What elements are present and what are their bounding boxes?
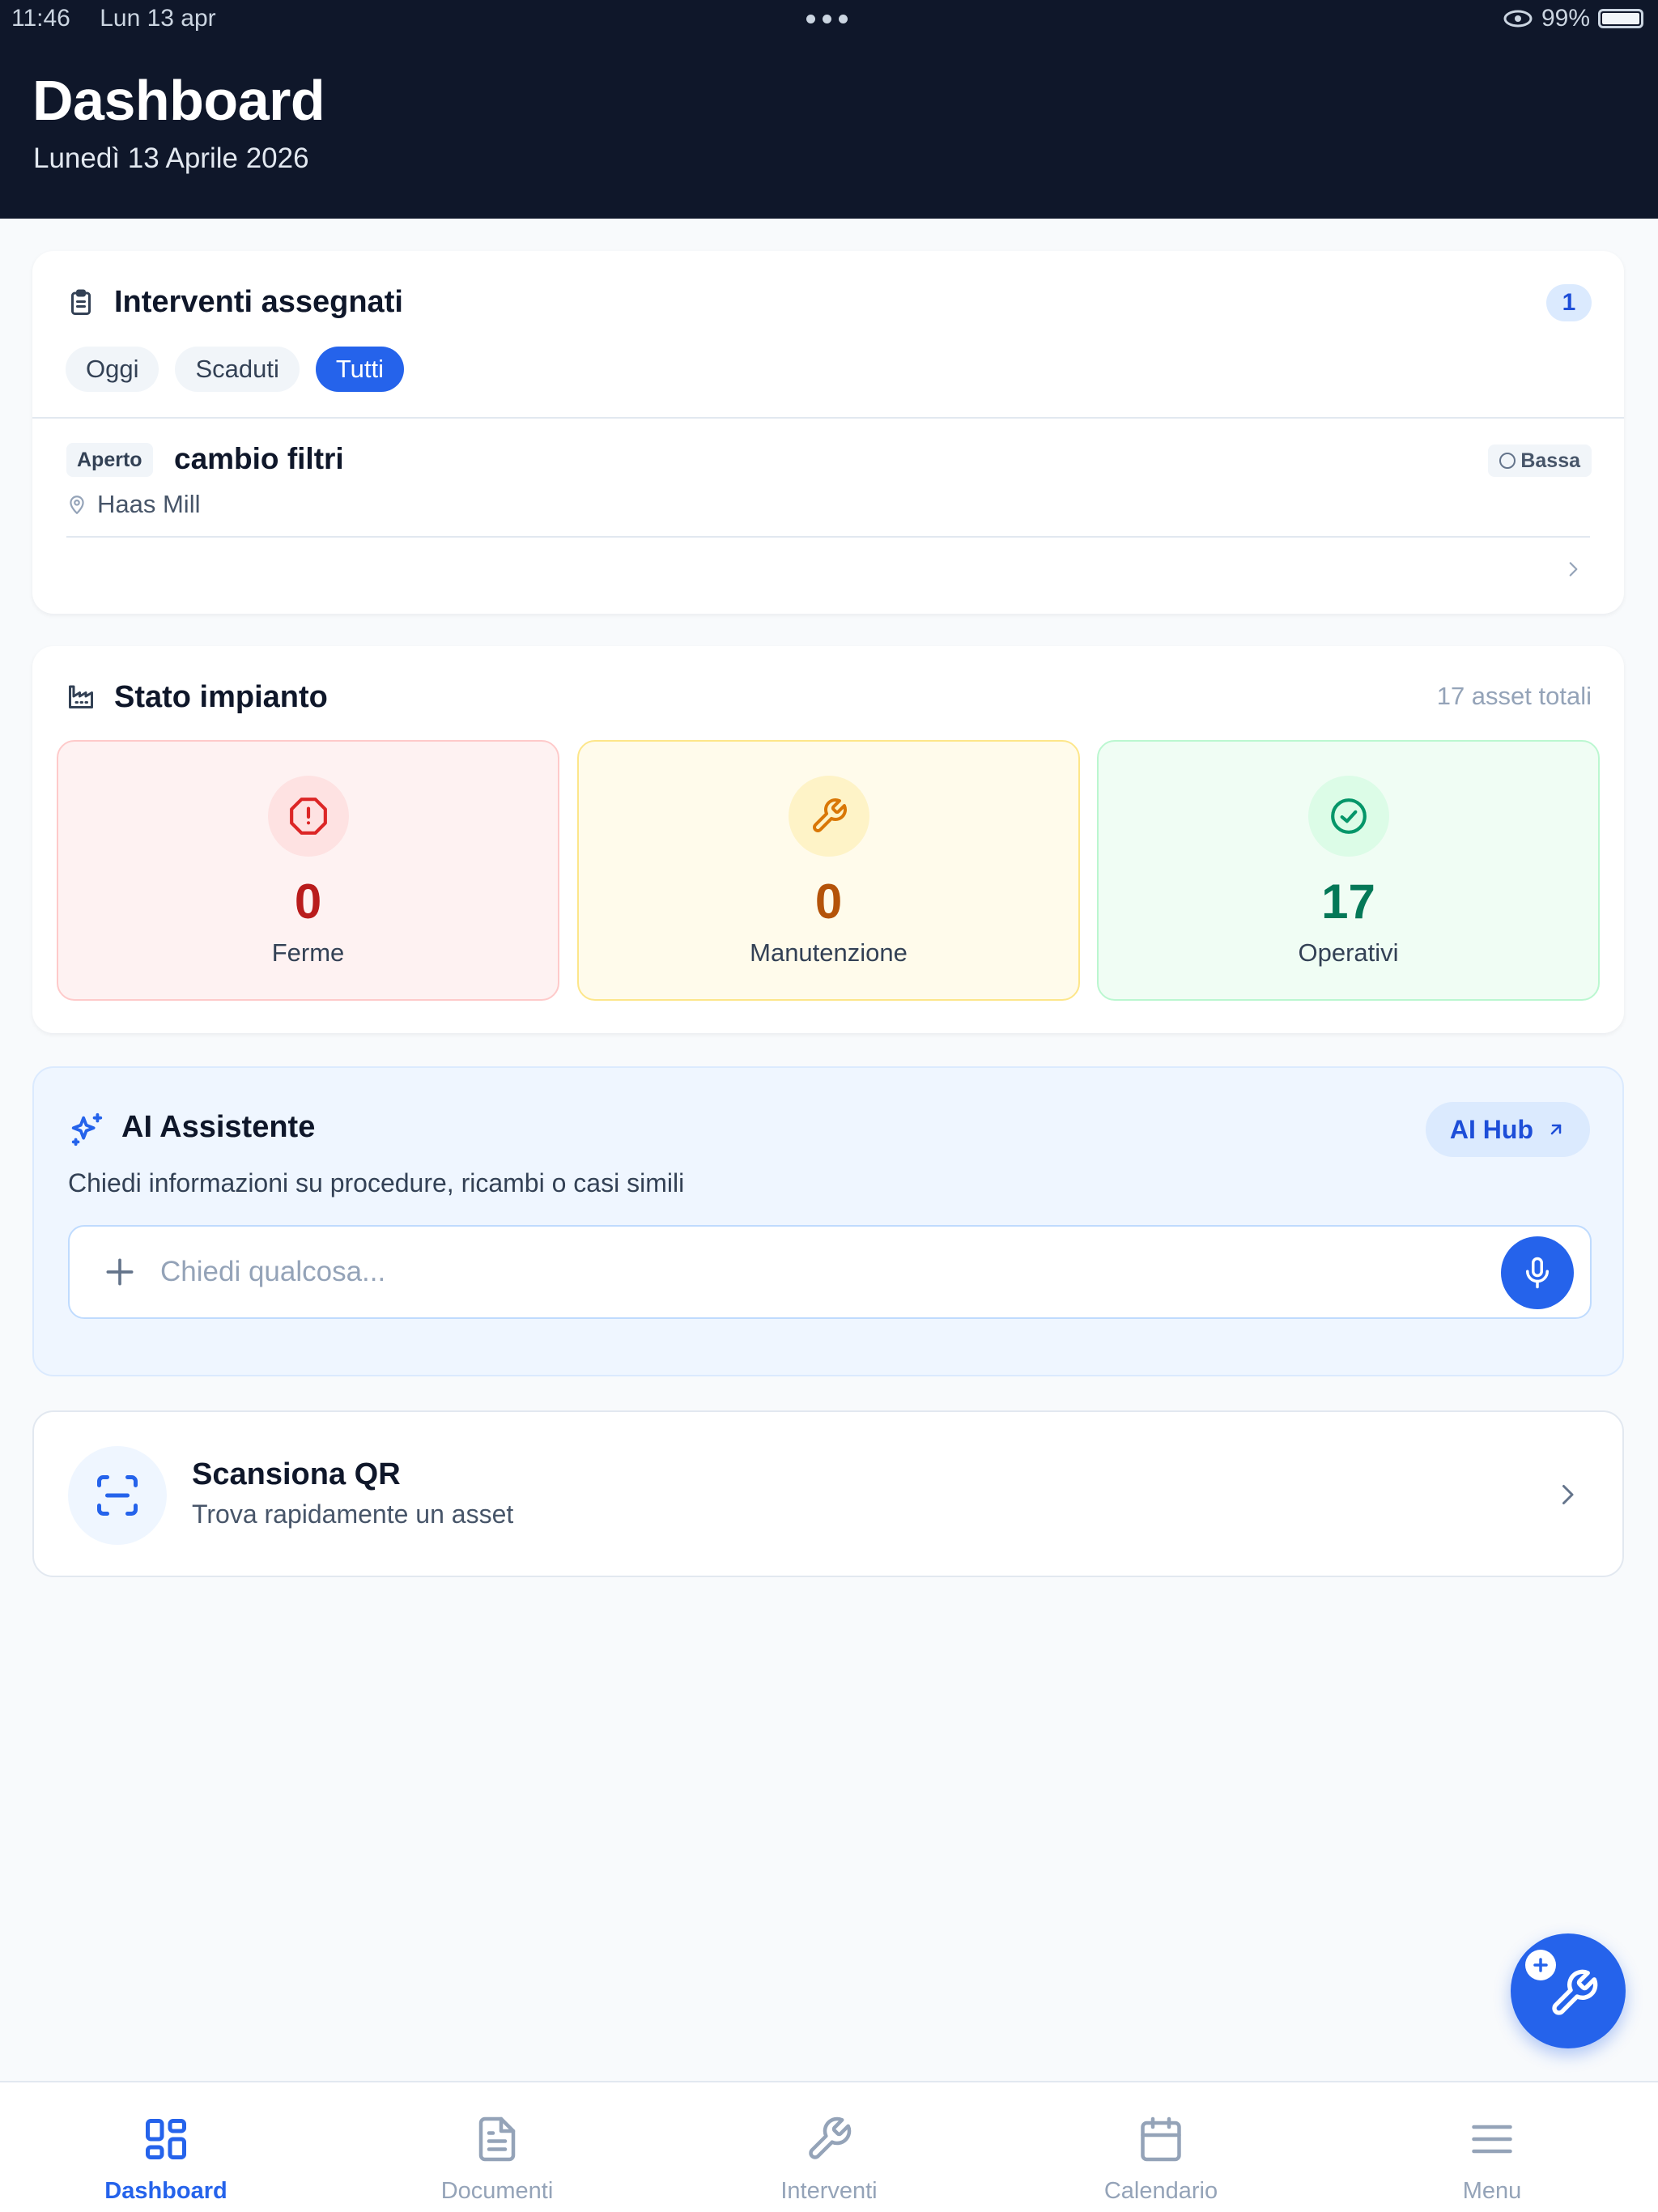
nav-menu[interactable]: Menu — [1326, 2082, 1658, 2212]
nav-calendario-label: Calendario — [1103, 2178, 1218, 2204]
ai-title: AI Assistente — [121, 1110, 316, 1144]
nav-calendario[interactable]: Calendario — [995, 2082, 1327, 2212]
nav-menu-label: Menu — [1462, 2178, 1522, 2204]
battery-percent: 99% — [1541, 5, 1590, 32]
page-date: Lunedì 13 Aprile 2026 — [33, 143, 309, 174]
status-tag: Aperto — [66, 443, 153, 477]
priority-badge: Bassa — [1488, 445, 1592, 477]
sparkles-icon — [71, 1112, 103, 1146]
wrench-icon — [809, 2116, 852, 2159]
location-label: Haas Mill — [97, 490, 201, 518]
chevron-right-icon[interactable] — [1562, 559, 1584, 580]
nav-interventi[interactable]: Interventi — [663, 2082, 995, 2212]
scan-icon — [68, 1446, 167, 1545]
ai-hub-label: AI Hub — [1449, 1115, 1533, 1144]
divider — [66, 536, 1590, 538]
operativi-label: Operativi — [1298, 938, 1399, 967]
new-intervento-fab[interactable] — [1511, 1933, 1626, 2048]
interventi-title: Interventi assegnati — [114, 285, 403, 319]
filter-scaduti[interactable]: Scaduti — [175, 347, 300, 392]
ai-query-input[interactable]: Chiedi qualcosa... — [68, 1225, 1592, 1319]
ferme-label: Ferme — [271, 938, 345, 967]
battery-icon — [1598, 9, 1643, 28]
wrench-icon — [788, 776, 869, 857]
microphone-icon — [1526, 1257, 1549, 1289]
calendar-icon — [1141, 2116, 1181, 2162]
clipboard-icon — [71, 289, 91, 315]
alert-octagon-icon — [267, 776, 349, 857]
stat-operativi[interactable]: 17 Operativi — [1097, 740, 1600, 1001]
assets-total: 17 asset totali — [1436, 682, 1592, 710]
scan-qr-subtitle: Trova rapidamente un asset — [192, 1499, 514, 1529]
scan-qr-card[interactable]: Scansiona QR Trova rapidamente un asset — [32, 1410, 1624, 1577]
divider — [32, 417, 1624, 419]
nav-documenti-label: Documenti — [440, 2178, 554, 2204]
microphone-button[interactable] — [1501, 1236, 1574, 1309]
scan-qr-title: Scansiona QR — [192, 1457, 401, 1491]
intervento-location: Haas Mill — [66, 490, 200, 519]
priority-label: Bassa — [1520, 449, 1580, 472]
connection-icon — [1503, 10, 1533, 28]
header: 11:46 Lun 13 apr 99% Dashboard Lunedì 13… — [0, 0, 1658, 219]
ai-subtitle: Chiedi informazioni su procedure, ricamb… — [68, 1168, 685, 1197]
map-pin-icon — [70, 496, 84, 514]
stat-manutenzione[interactable]: 0 Manutenzione — [577, 740, 1080, 1001]
circle-icon — [1499, 453, 1516, 469]
stato-impianto-card: Stato impianto 17 asset totali 0 Ferme 0… — [32, 646, 1624, 1033]
status-time: 11:46 — [11, 5, 70, 32]
nav-interventi-label: Interventi — [780, 2178, 878, 2204]
check-circle-icon — [1307, 776, 1389, 857]
manutenzione-value: 0 — [814, 874, 843, 929]
interventi-count-badge: 1 — [1546, 284, 1592, 321]
filter-oggi[interactable]: Oggi — [66, 347, 159, 392]
dashboard-icon — [146, 2119, 186, 2159]
nav-documenti[interactable]: Documenti — [331, 2082, 663, 2212]
bottom-nav: Dashboard Documenti Interventi Calendari… — [0, 2081, 1658, 2212]
factory-icon — [69, 685, 93, 708]
plus-icon[interactable] — [102, 1254, 138, 1290]
ai-assistente-card: AI Assistente AI Hub Chiedi informazioni… — [32, 1066, 1624, 1376]
status-date: Lun 13 apr — [100, 5, 216, 32]
intervento-title: cambio filtri — [174, 442, 344, 475]
manutenzione-label: Manutenzione — [750, 938, 908, 967]
ai-hub-button[interactable]: AI Hub — [1425, 1102, 1590, 1157]
nav-dashboard-label: Dashboard — [104, 2178, 227, 2204]
plus-circle-icon — [1525, 1950, 1556, 1980]
stat-ferme[interactable]: 0 Ferme — [57, 740, 559, 1001]
nav-dashboard[interactable]: Dashboard — [0, 2082, 332, 2212]
interventi-card: Interventi assegnati 1 Oggi Scaduti Tutt… — [32, 251, 1624, 614]
ai-input-placeholder: Chiedi qualcosa... — [160, 1256, 386, 1287]
filter-tutti[interactable]: Tutti — [315, 347, 405, 392]
document-icon — [478, 2116, 516, 2162]
arrow-up-right-icon — [1550, 1124, 1562, 1135]
menu-icon — [1472, 2125, 1512, 2154]
stato-title: Stato impianto — [114, 680, 328, 714]
chevron-right-icon — [1562, 1485, 1574, 1504]
status-bar: 11:46 Lun 13 apr 99% — [0, 0, 1658, 40]
multitasking-dots-icon[interactable] — [806, 15, 848, 23]
ferme-value: 0 — [294, 874, 322, 929]
page-title: Dashboard — [32, 69, 325, 132]
operativi-value: 17 — [1321, 874, 1375, 929]
wrench-icon — [1552, 1969, 1598, 2015]
